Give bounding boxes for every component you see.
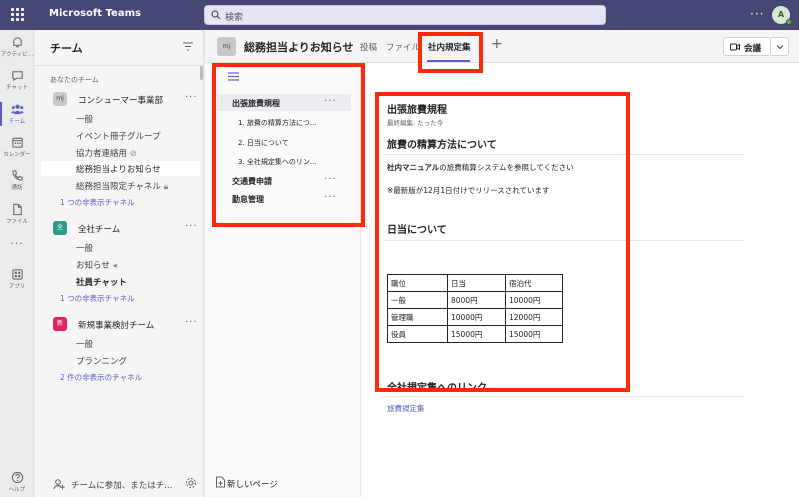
more-apps-icon[interactable]: ··· [0,237,34,250]
channel-item[interactable]: 一般 [76,242,93,254]
rail-item-help[interactable]: ヘルプ [0,471,34,493]
rail-item-activity[interactable]: アクティビ... [0,36,34,58]
chat-icon [11,71,23,82]
team-avatar: 新 [53,317,67,331]
rail-item-teams[interactable]: チーム [0,103,34,125]
tab-files[interactable]: ファイル [386,41,420,53]
pane-title: チーム [50,42,83,55]
search-placeholder: 検索 [225,13,244,23]
channel-item[interactable]: 一般 [76,338,93,350]
channel-item[interactable]: 一般 [76,113,93,125]
team-name: コンシューマー事業部 [78,96,164,106]
hidden-channels-link[interactable]: 1 つの非表示チャネル [60,293,135,304]
file-icon [12,203,22,216]
gear-icon[interactable] [185,477,197,489]
rail-item-apps[interactable]: アプリ [0,268,34,290]
link-icon: ⊘ [129,149,137,159]
app-title: Microsoft Teams [49,8,141,19]
team-name: 全社チーム [78,225,121,235]
app-rail: アクティビ... チャット チーム カレンダー 通話 ファイル ··· アプリ … [0,30,34,497]
channel-item[interactable]: 協力者連絡用 ⊘ [76,147,137,159]
search-icon [211,10,221,20]
team-avatar: 全 [53,221,67,235]
scrollbar[interactable] [200,66,203,80]
channel-label: 協力者連絡用 [76,149,128,159]
channel-item[interactable]: 社員チャット [76,276,127,288]
join-team-icon[interactable] [53,478,65,490]
team-avatar: mj [53,92,67,106]
calendar-icon [11,137,23,148]
search-box[interactable]: 検索 [204,5,606,25]
new-page-icon[interactable] [215,476,226,488]
more-icon[interactable]: ··· [185,221,198,232]
meet-options-button[interactable] [771,37,789,56]
divider [35,65,204,66]
meet-button[interactable]: 会議 [723,37,771,56]
hidden-channels-link[interactable]: 2 件の非表示のチャネル [60,372,142,383]
help-icon [11,471,23,484]
rail-item-files[interactable]: ファイル [0,203,34,225]
rail-item-calls[interactable]: 通話 [0,169,34,191]
add-tab-icon[interactable]: + [491,36,503,52]
channel-item[interactable]: プランニング [76,355,127,367]
channel-item[interactable]: イベント冊子グループ [76,130,161,142]
tab-posts[interactable]: 投稿 [360,41,377,53]
app-launcher-icon[interactable] [11,8,24,21]
team-name: 新規事業検討チーム [78,321,155,331]
team-item-new-business[interactable]: 新 新規事業検討チーム ··· [50,315,200,333]
presence-status-icon [786,19,792,25]
rules-link[interactable]: 旅費規定集 [387,403,425,414]
team-item-all[interactable]: 全 全社チーム ··· [50,219,200,237]
channel-avatar: mj [217,37,236,56]
channel-label: お知らせ [76,261,110,271]
new-page-button[interactable]: 新しいページ [227,478,278,490]
highlight-box-navigation [212,63,365,227]
meet-label: 会議 [744,44,762,54]
highlight-box-content [375,92,630,392]
megaphone-icon: ◂ [112,261,117,271]
rail-item-chat[interactable]: チャット [0,69,34,91]
apps-icon [11,269,23,280]
join-team-link[interactable]: チームに参加、またはチ... [71,479,172,491]
channel-item[interactable]: 総務担当限定チャネル 🔒︎ [76,180,168,192]
divider [384,396,744,397]
channel-label: 総務担当限定チャネル [76,182,161,192]
more-icon[interactable]: ··· [185,317,198,328]
channel-header: mj 総務担当よりお知らせ 投稿 ファイル 社内規定集 + 会議 [205,30,799,63]
video-camera-icon [730,43,740,51]
more-options-icon[interactable]: ··· [750,7,764,21]
teams-icon [10,104,24,115]
more-icon[interactable]: ··· [185,92,198,103]
section-label: あなたのチーム [50,76,99,84]
team-item-consumer[interactable]: mj コンシューマー事業部 ··· [50,90,200,108]
hidden-channels-link[interactable]: 1 つの非表示チャネル [60,197,135,208]
chevron-down-icon [776,45,784,50]
phone-icon [11,170,23,181]
highlight-box-tab [418,32,483,73]
rail-item-calendar[interactable]: カレンダー [0,136,34,158]
bell-icon [12,37,22,48]
channel-name: 総務担当よりお知らせ [244,41,354,54]
teams-list-pane: チーム あなたのチーム mj コンシューマー事業部 ··· 一般 イベント冊子グ… [35,30,204,497]
channel-item-selected[interactable]: 総務担当よりお知らせ [76,163,161,175]
channel-item[interactable]: お知らせ ◂ [76,259,117,271]
lock-icon: 🔒︎ [163,182,169,192]
title-bar: Microsoft Teams 検索 ··· A [0,0,799,30]
filter-icon[interactable] [183,42,193,51]
